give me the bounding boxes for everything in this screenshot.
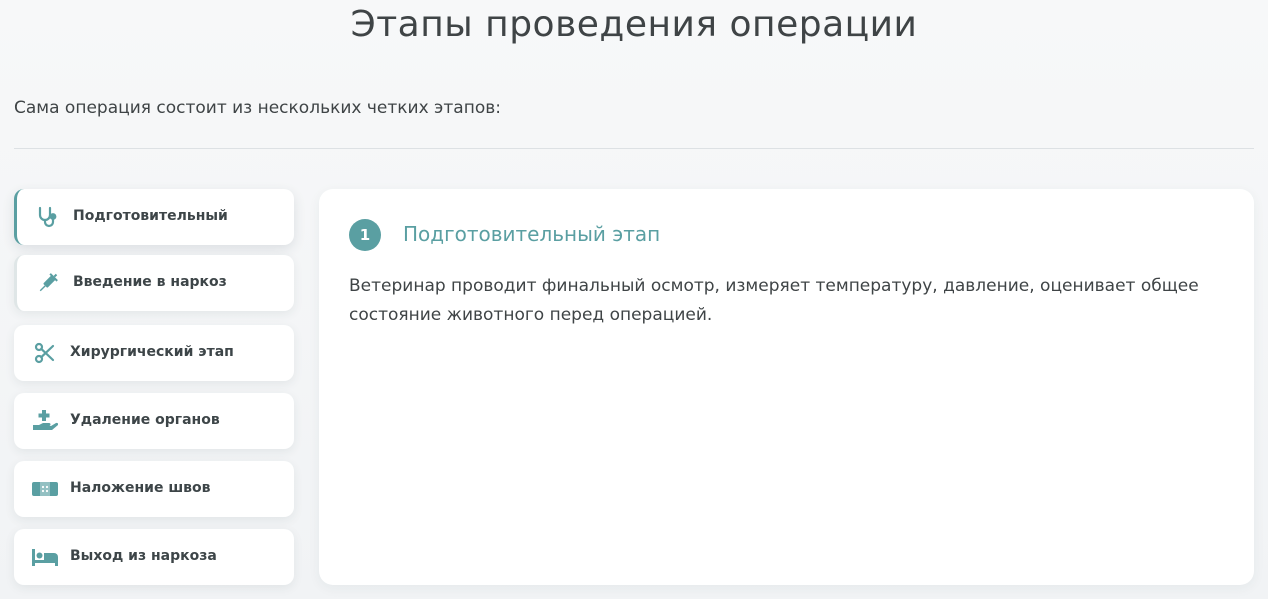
tab-recovery[interactable]: Выход из наркоза — [14, 529, 294, 585]
hand-medical-icon — [32, 407, 58, 435]
bandage-icon — [32, 475, 58, 503]
step-description: Ветеринар проводит финальный осмотр, изм… — [349, 276, 1199, 325]
tab-organ-removal[interactable]: Удаление органов — [14, 393, 294, 449]
tab-preparatory[interactable]: Подготовительный — [14, 189, 294, 245]
tab-label: Выход из наркоза — [70, 548, 217, 564]
scissors-icon — [32, 339, 58, 367]
tab-surgical[interactable]: Хирургический этап — [14, 325, 294, 381]
tab-sutures[interactable]: Наложение швов — [14, 461, 294, 517]
page: Этапы проведения операции Сама операция … — [0, 0, 1268, 599]
divider — [14, 148, 1254, 149]
tab-label: Подготовительный — [73, 208, 228, 224]
syringe-icon — [35, 269, 61, 297]
tab-label: Наложение швов — [70, 480, 211, 496]
step-number-badge: 1 — [349, 219, 381, 251]
intro-text: Сама операция состоит из нескольких четк… — [14, 98, 501, 118]
tab-anesthesia[interactable]: Введение в наркоз — [14, 255, 294, 311]
stethoscope-icon — [35, 203, 61, 231]
bed-icon — [32, 543, 58, 571]
tab-label: Введение в наркоз — [73, 274, 227, 290]
page-title: Этапы проведения операции — [350, 4, 918, 45]
tab-label: Хирургический этап — [70, 344, 234, 360]
tab-label: Удаление органов — [70, 412, 220, 428]
stage-content-panel: 1 Подготовительный этап Ветеринар провод… — [319, 189, 1254, 585]
step-title: Подготовительный этап — [403, 222, 661, 246]
